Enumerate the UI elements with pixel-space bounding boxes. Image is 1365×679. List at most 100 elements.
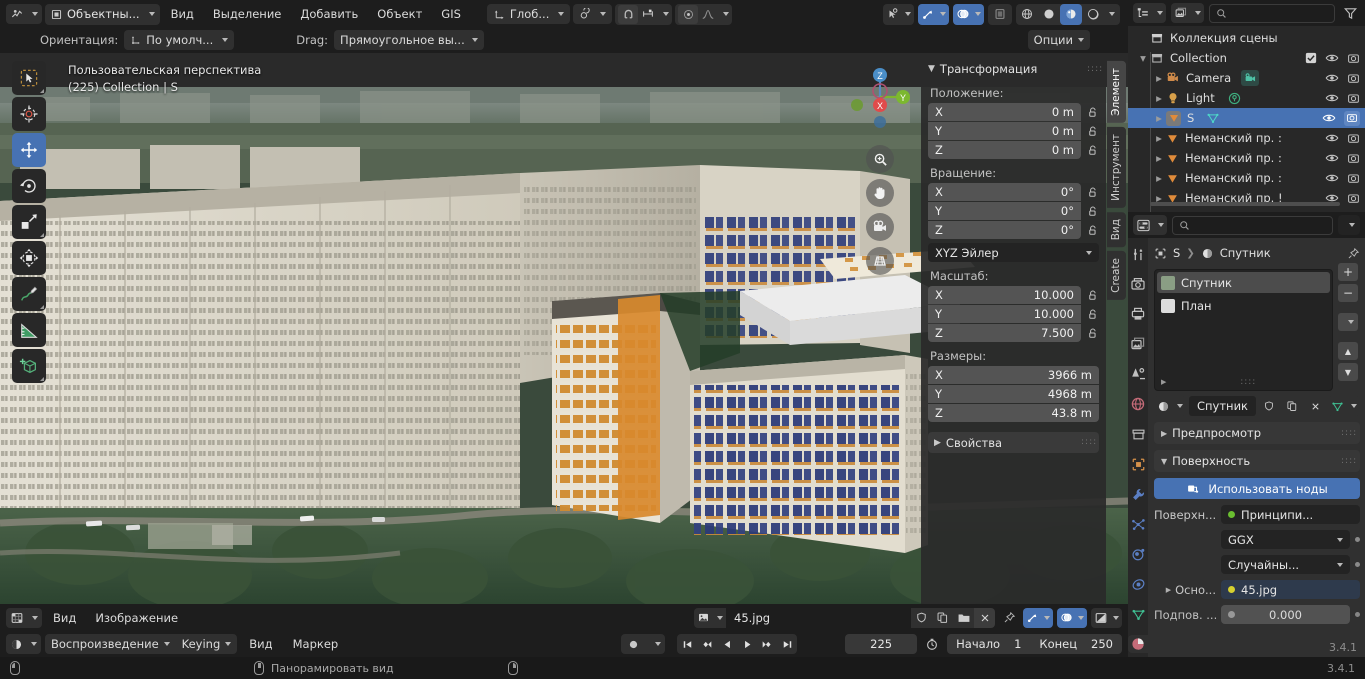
eye-icon[interactable]	[1325, 132, 1339, 144]
world-tab[interactable]	[1128, 395, 1148, 413]
animate-property-dot[interactable]	[1355, 612, 1360, 617]
disclosure-triangle-icon[interactable]: ▶	[1152, 74, 1166, 83]
filter-funnel-icon[interactable]	[1340, 6, 1360, 21]
outliner-row-light[interactable]: ▶ Light	[1128, 88, 1365, 108]
move-up-button[interactable]: ▲	[1338, 342, 1358, 360]
dimensions-x-field[interactable]: X 3966 m	[928, 366, 1099, 384]
lock-icon[interactable]	[1086, 326, 1099, 340]
panel-drag-handle[interactable]: ::::	[1341, 428, 1356, 437]
tweak-select-tool[interactable]	[12, 61, 46, 95]
falloff-curve-icon[interactable]	[698, 7, 718, 21]
disclosure-triangle-icon[interactable]: ▶	[1152, 114, 1166, 123]
disclosure-triangle-icon[interactable]: ▶	[1152, 174, 1166, 183]
3d-viewport[interactable]: Пользовательская перспектива (225) Colle…	[0, 53, 1128, 604]
material-shading-icon[interactable]	[1060, 3, 1082, 25]
menu-object[interactable]: Объект	[369, 3, 430, 25]
fake-user-shield-icon[interactable]	[911, 607, 932, 628]
snap-target-button[interactable]	[573, 4, 613, 24]
panel-drag-handle[interactable]: ::::	[1087, 64, 1102, 73]
data-tab[interactable]	[1128, 605, 1148, 623]
lock-icon[interactable]	[1086, 185, 1099, 199]
lock-icon[interactable]	[1086, 288, 1099, 302]
base-color-texture-field[interactable]: 45.jpg	[1221, 580, 1360, 599]
use-preview-range-icon[interactable]	[921, 637, 943, 651]
tab-view[interactable]: Вид	[1107, 211, 1126, 248]
outliner-row-scene-collection[interactable]: Коллекция сцены	[1128, 28, 1365, 48]
tab-tool[interactable]: Инструмент	[1107, 126, 1126, 208]
duplicate-icon[interactable]	[932, 607, 953, 628]
light-badge-icon[interactable]	[1227, 91, 1242, 106]
browse-material-button[interactable]	[1154, 396, 1186, 416]
particles-tab[interactable]	[1128, 515, 1148, 533]
current-frame-field[interactable]: 225	[845, 634, 918, 654]
pan-hand-icon[interactable]	[866, 179, 894, 207]
rotation-x-field[interactable]: X 0°	[928, 183, 1081, 201]
location-y-field[interactable]: Y 0 m	[928, 122, 1081, 140]
snap-to-increment-icon[interactable]	[638, 7, 658, 21]
panel-drag-handle[interactable]: ::::	[1081, 438, 1096, 447]
outliner-row-nemansky-3[interactable]: ▶ Неманский пр. :	[1128, 168, 1365, 188]
lock-icon[interactable]	[1086, 143, 1099, 157]
wireframe-shading-icon[interactable]	[1016, 4, 1038, 25]
tab-item[interactable]: Элемент	[1107, 61, 1126, 123]
gizmo-toggle[interactable]	[918, 3, 949, 25]
subsurface-field[interactable]: 0.000	[1221, 605, 1350, 624]
eye-icon[interactable]	[1325, 72, 1339, 84]
auto-keying-options[interactable]	[645, 642, 665, 646]
image-snap-toggle[interactable]	[1023, 607, 1053, 628]
expand-list-icon[interactable]: ▶	[1161, 378, 1166, 386]
playback-menu[interactable]: Воспроизведение	[45, 634, 176, 654]
fake-user-shield-icon[interactable]	[1259, 396, 1279, 416]
material-slot-row[interactable]: План	[1155, 295, 1332, 316]
rotation-mode-dropdown[interactable]: XYZ Эйлер	[928, 243, 1099, 262]
properties-search-input[interactable]	[1172, 215, 1333, 235]
camera-render-icon[interactable]	[1347, 152, 1360, 165]
camera-render-icon[interactable]	[1347, 132, 1360, 145]
zoom-icon[interactable]	[866, 145, 894, 173]
multiscatter-dropdown[interactable]: Случайны...	[1221, 555, 1350, 574]
camera-render-icon[interactable]	[1344, 110, 1360, 126]
render-tab[interactable]	[1128, 275, 1148, 293]
collection-tab[interactable]	[1128, 425, 1148, 443]
scale-tool[interactable]	[12, 205, 46, 239]
tab-create[interactable]: Create	[1107, 251, 1126, 300]
jump-end-icon[interactable]	[777, 634, 798, 654]
proportional-edit-icon[interactable]	[678, 4, 699, 24]
disclosure-triangle-icon[interactable]: ▶	[1152, 154, 1166, 163]
list-resize-grip[interactable]: ::::	[1240, 377, 1255, 386]
view-layer-tab[interactable]	[1128, 335, 1148, 353]
camera-render-icon[interactable]	[1347, 92, 1360, 105]
transform-orientation-button[interactable]: Глоб...	[486, 4, 571, 24]
rendered-shading-icon[interactable]	[1082, 4, 1104, 25]
timeline-menu-marker[interactable]: Маркер	[285, 633, 347, 655]
camera-view-icon[interactable]	[866, 213, 894, 241]
eye-icon[interactable]	[1325, 92, 1339, 104]
object-tab[interactable]	[1128, 455, 1148, 473]
material-tab[interactable]	[1128, 635, 1148, 653]
prev-keyframe-icon[interactable]	[697, 634, 718, 654]
editor-type-button[interactable]	[6, 4, 42, 24]
timeline-editor-type-button[interactable]	[6, 634, 41, 654]
dimensions-y-field[interactable]: Y 4968 m	[928, 385, 1099, 403]
camera-render-icon[interactable]	[1347, 172, 1360, 185]
material-name-field[interactable]: Спутник	[1189, 396, 1256, 416]
material-slot-row[interactable]: Спутник	[1157, 272, 1330, 293]
location-x-field[interactable]: X 0 m	[928, 103, 1081, 121]
add-slot-button[interactable]: +	[1338, 263, 1358, 281]
navigation-gizmo[interactable]: Z Y X	[844, 61, 916, 133]
properties-editor-type-button[interactable]	[1133, 215, 1167, 235]
rotate-tool[interactable]	[12, 169, 46, 203]
scale-y-field[interactable]: Y 10.000	[928, 305, 1081, 323]
transform-panel-header[interactable]: ▼ Трансформация ::::	[928, 59, 1102, 79]
lock-icon[interactable]	[1086, 307, 1099, 321]
slot-specials-button[interactable]	[1338, 313, 1358, 331]
lock-icon[interactable]	[1086, 124, 1099, 138]
add-cube-tool[interactable]	[12, 349, 46, 383]
camera-render-icon[interactable]	[1347, 72, 1360, 85]
dimensions-z-field[interactable]: Z 43.8 m	[928, 404, 1099, 422]
output-tab[interactable]	[1128, 305, 1148, 323]
scene-tab[interactable]	[1128, 365, 1148, 383]
outliner-filter-display-button[interactable]	[1171, 3, 1204, 23]
lock-icon[interactable]	[1086, 105, 1099, 119]
disclosure-triangle-icon[interactable]: ▼	[1136, 54, 1150, 63]
